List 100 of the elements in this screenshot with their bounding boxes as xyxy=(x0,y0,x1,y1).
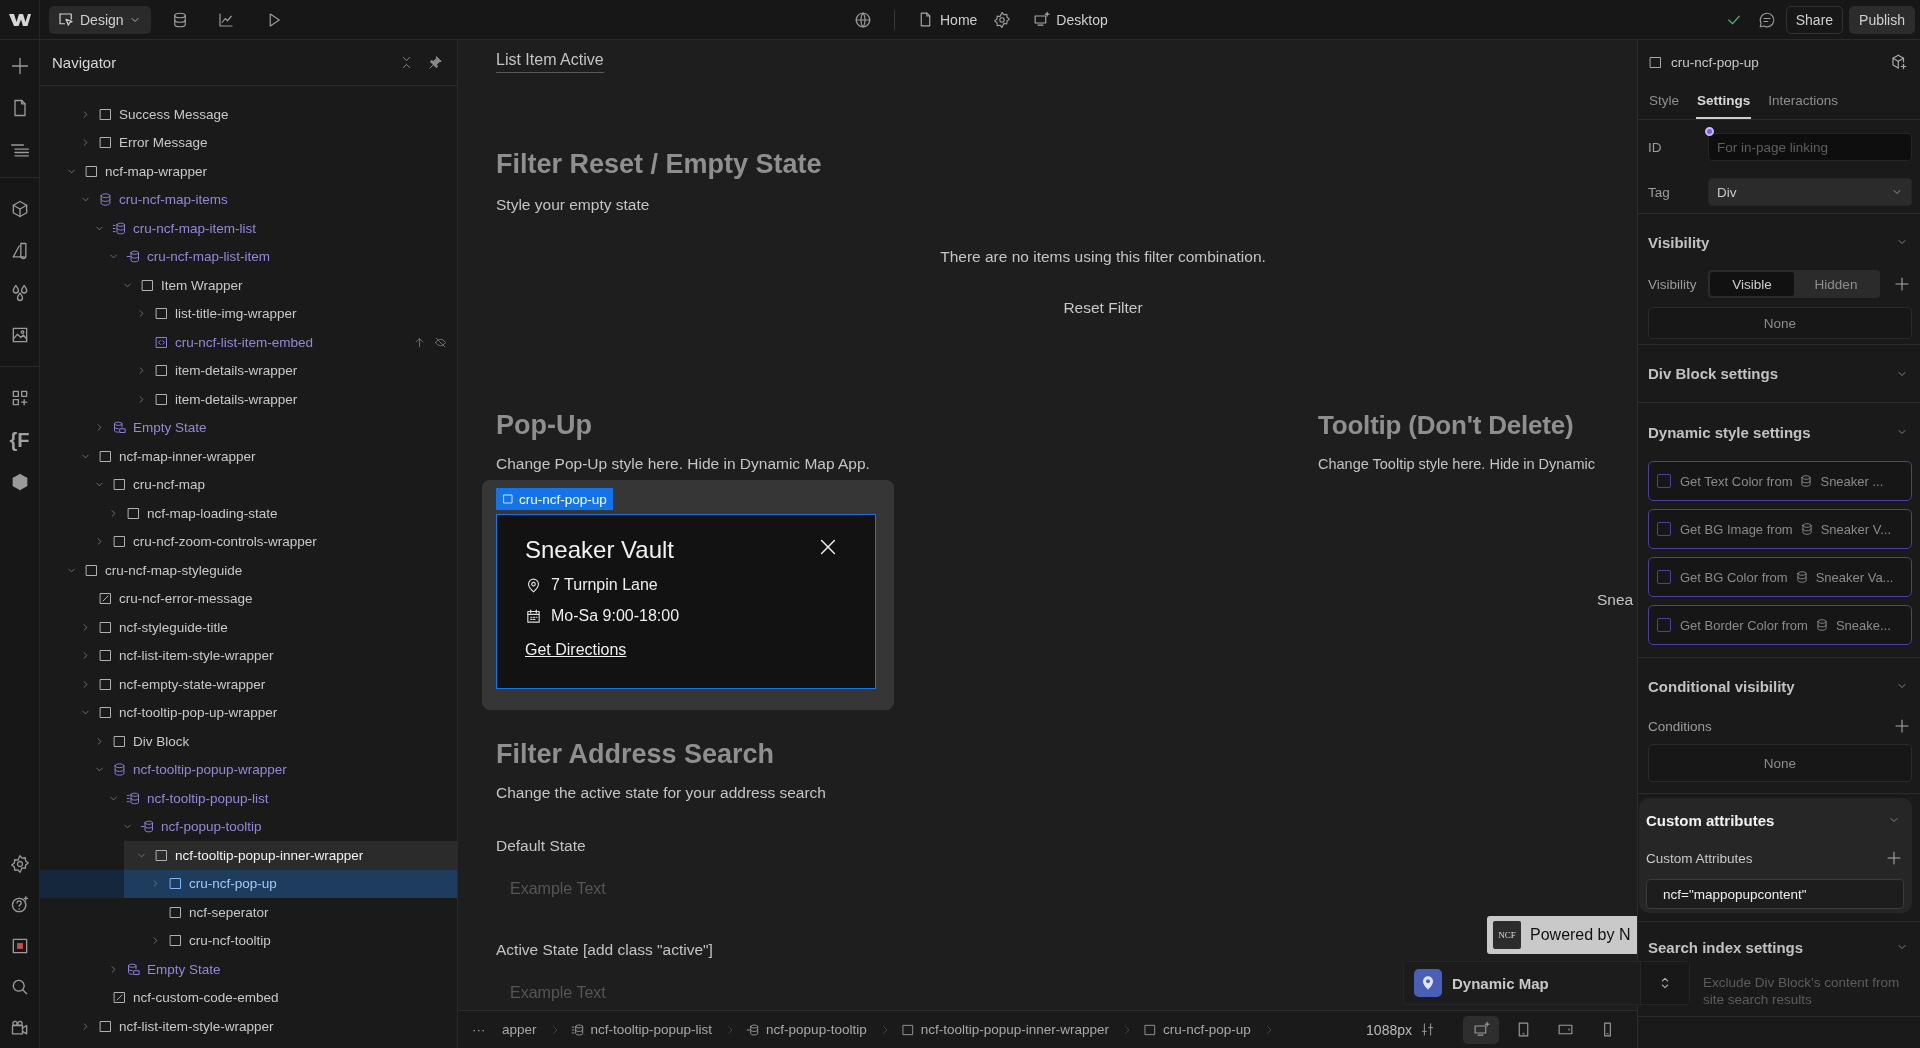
more-button[interactable]: ··· xyxy=(472,1022,502,1037)
checkbox[interactable] xyxy=(1657,522,1671,536)
navigator-item[interactable]: cru-ncf-pop-up xyxy=(40,869,457,898)
navigator-item[interactable]: list-title-img-wrapper xyxy=(40,299,457,328)
box-icon xyxy=(98,676,113,692)
add-icon[interactable] xyxy=(1886,850,1902,866)
variables-button[interactable]: {F xyxy=(9,430,30,450)
binding-item[interactable]: Get BG Image from Sneaker V... xyxy=(1648,509,1912,549)
box-icon xyxy=(168,933,183,949)
navigator-item[interactable]: ncf-seperator xyxy=(40,898,457,927)
breakpoint-selector[interactable]: Desktop xyxy=(1033,11,1108,28)
box-icon xyxy=(84,163,99,179)
box-icon xyxy=(98,106,113,122)
add-icon[interactable] xyxy=(1894,718,1910,734)
directions-link[interactable]: Get Directions xyxy=(525,641,627,659)
comment-icon[interactable] xyxy=(1757,10,1776,29)
binding-item[interactable]: Get BG Color from Sneaker Va... xyxy=(1648,557,1912,597)
binding-item[interactable]: Get Border Color from Sneake... xyxy=(1648,605,1912,645)
navigator-item[interactable]: cru-ncf-error-message xyxy=(40,584,457,613)
section-heading: Pop-Up xyxy=(496,409,593,442)
breadcrumb-item[interactable]: apper xyxy=(502,1022,537,1037)
breadcrumb-item[interactable]: ncf-tooltip-popup-list xyxy=(570,1022,713,1037)
navigator-item[interactable]: cru-ncf-map-items xyxy=(40,185,457,214)
navigator-item[interactable]: cru-ncf-map-item-list xyxy=(40,214,457,243)
id-field[interactable]: For in-page linking xyxy=(1708,133,1912,161)
settings-icon[interactable] xyxy=(993,10,1012,29)
navigator-item[interactable]: cru-ncf-map-styleguide xyxy=(40,556,457,585)
eye-off-icon[interactable] xyxy=(434,335,447,349)
segment-option[interactable]: Hidden xyxy=(1794,272,1878,296)
navigator-item[interactable]: ncf-styleguide-title xyxy=(40,613,457,642)
sliders-icon[interactable] xyxy=(1420,1022,1435,1037)
navigator-item[interactable]: cru-ncf-list-item-embed xyxy=(40,328,457,357)
navigator-item[interactable]: ncf-list-item-style-wrapper xyxy=(40,1012,457,1041)
arrow-up-icon[interactable] xyxy=(413,335,426,349)
navigator-item[interactable]: ncf-map-loading-state xyxy=(40,499,457,528)
navigator-item[interactable]: Error Message xyxy=(40,128,457,157)
breadcrumb-item[interactable]: ncf-tooltip-popup-inner-wrapper xyxy=(900,1022,1110,1037)
navigator-item[interactable]: Success Message xyxy=(40,100,457,129)
canvas-width[interactable]: 1088px xyxy=(1366,1021,1412,1038)
tag-select[interactable]: Div xyxy=(1708,178,1912,206)
navigator-item[interactable]: ncf-tooltip-popup-wrapper xyxy=(40,755,457,784)
navigator-item[interactable]: ncf-empty-state-wrapper xyxy=(40,670,457,699)
navigator-item[interactable]: cru-ncf-map-list-item xyxy=(40,242,457,271)
globe-icon[interactable] xyxy=(854,10,872,29)
database-icon[interactable] xyxy=(171,10,189,29)
publish-button[interactable]: Publish xyxy=(1849,5,1915,34)
breadcrumb-item[interactable]: cru-ncf-pop-up xyxy=(1143,1022,1251,1037)
mode-dropdown[interactable]: Design xyxy=(49,5,151,34)
checkbox[interactable] xyxy=(1657,474,1671,488)
attribute-field[interactable]: ncf="mappopupcontent" xyxy=(1646,879,1904,909)
item-database-icon xyxy=(126,249,141,265)
selection-label[interactable]: cru-ncf-pop-up xyxy=(496,488,613,510)
box-icon xyxy=(154,391,169,407)
navigator-item[interactable]: cru-ncf-tooltip xyxy=(40,926,457,955)
section-title: Conditional visibility xyxy=(1648,677,1795,695)
checkbox[interactable] xyxy=(1657,618,1671,632)
checkbox[interactable] xyxy=(1657,570,1671,584)
breadcrumb-item[interactable]: ncf-popup-tooltip xyxy=(746,1022,867,1037)
navigator-item[interactable]: Div Block xyxy=(40,727,457,756)
pointer-icon xyxy=(57,10,75,29)
powered-by-badge[interactable]: NCF Powered by N xyxy=(1487,916,1637,954)
reset-filter-link[interactable]: Reset Filter xyxy=(1063,299,1143,316)
navigator-item[interactable]: cru-ncf-zoom-controls-wrapper xyxy=(40,527,457,556)
navigator-item[interactable]: Item Wrapper xyxy=(40,271,457,300)
navigator-item[interactable]: ncf-tooltip-pop-up-wrapper xyxy=(40,698,457,727)
segment-option[interactable]: Visible xyxy=(1710,272,1794,296)
section-label: List Item Active xyxy=(496,50,604,73)
monitor-icon xyxy=(1033,11,1051,28)
box-icon xyxy=(84,562,99,578)
navigator-item[interactable]: ncf-tooltip-popup-list xyxy=(40,784,457,813)
inspector-tab[interactable]: Settings xyxy=(1696,84,1752,119)
navigator-item[interactable]: ncf-list-item-style-wrapper xyxy=(40,641,457,670)
navigator-item[interactable]: item-details-wrapper xyxy=(40,385,457,414)
navigator-item[interactable]: cru-ncf-map xyxy=(40,470,457,499)
navigator-item[interactable]: ncf-map-wrapper xyxy=(40,157,457,186)
state-label: Default State xyxy=(496,836,586,856)
app-panel[interactable]: Dynamic Map xyxy=(1403,961,1690,1005)
cube-plus-icon[interactable] xyxy=(1890,53,1908,71)
detail-text: Mo-Sa 9:00-18:00 xyxy=(551,607,680,625)
navigator-item[interactable]: ncf-map-inner-wrapper xyxy=(40,442,457,471)
navigator-item[interactable]: ncf-popup-tooltip xyxy=(40,812,457,841)
navigator-item[interactable]: Empty State xyxy=(40,955,457,984)
settings-icon[interactable] xyxy=(9,853,30,874)
help-icon[interactable] xyxy=(9,894,30,915)
binding-item[interactable]: Get Text Color from Sneaker ... xyxy=(1648,461,1912,501)
device-button[interactable] xyxy=(1463,1015,1499,1044)
inspector-tab[interactable]: Style xyxy=(1648,84,1680,119)
add-icon[interactable] xyxy=(1894,276,1910,292)
navigator-item[interactable]: item-details-wrapper xyxy=(40,356,457,385)
share-button[interactable]: Share xyxy=(1785,5,1844,34)
box-icon xyxy=(154,363,169,379)
inspector-tab[interactable]: Interactions xyxy=(1767,84,1840,119)
pin-icon[interactable] xyxy=(428,55,443,70)
tooltip-text: Snea xyxy=(1597,590,1634,610)
navigator-item[interactable]: Empty State xyxy=(40,413,457,442)
popup-card[interactable]: Sneaker Vault 7 Turnpin Lane Mo-Sa 9:00-18:00 Get Directions xyxy=(496,514,876,689)
section-heading: Filter Reset / Empty State xyxy=(496,148,823,181)
add-icon[interactable] xyxy=(9,56,30,76)
navigator-item[interactable]: ncf-custom-code-embed xyxy=(40,983,457,1012)
page-selector[interactable]: Home xyxy=(917,11,978,28)
